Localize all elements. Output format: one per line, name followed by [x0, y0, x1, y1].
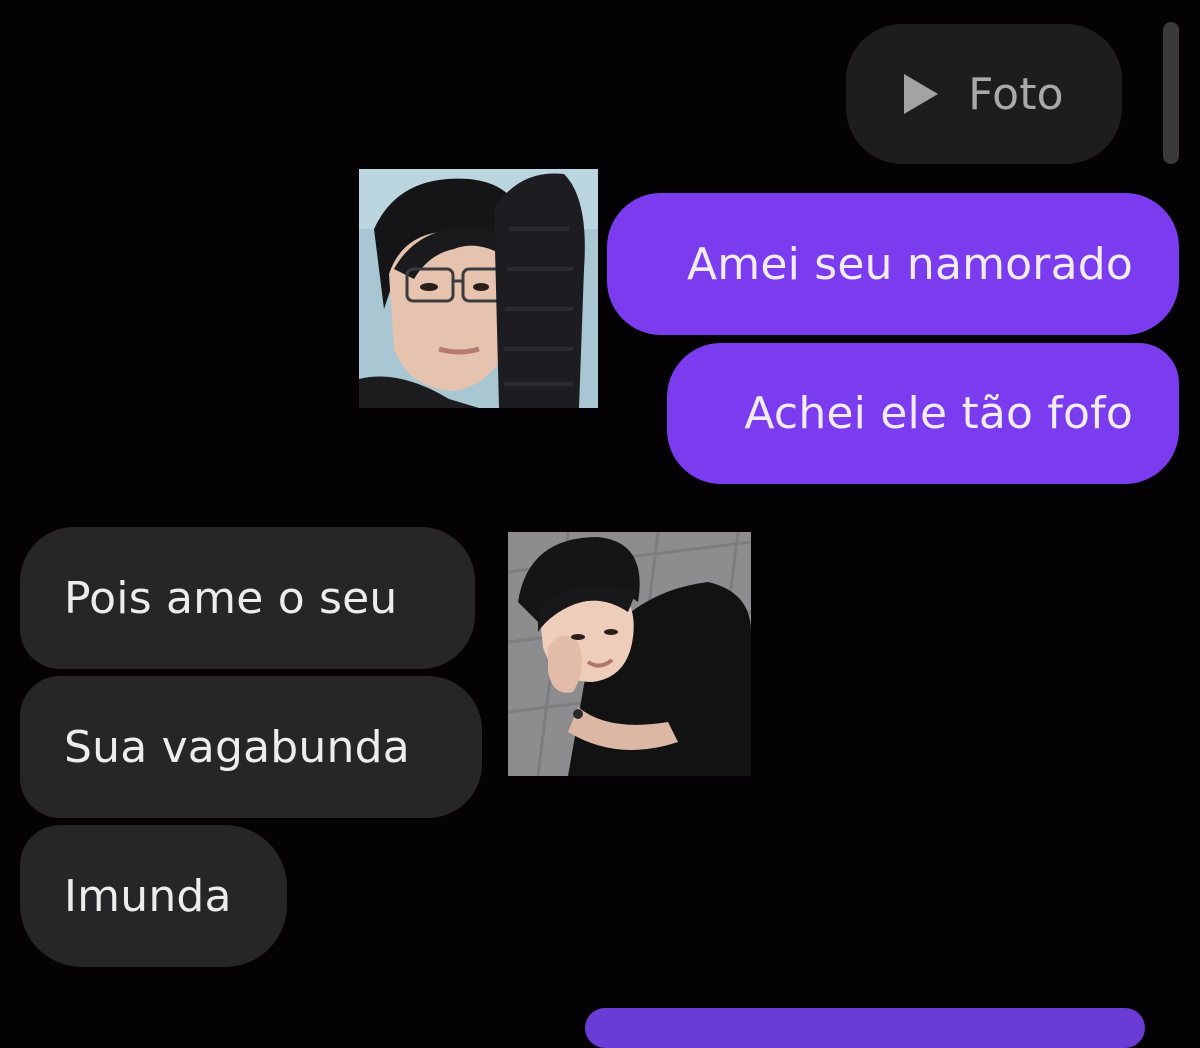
- received-message-text: Imunda: [64, 870, 232, 922]
- received-message-text: Pois ame o seu: [64, 572, 398, 624]
- photo-message-bubble[interactable]: Foto: [846, 24, 1122, 164]
- sent-message-text: Achei ele tão fofo: [744, 388, 1133, 439]
- photo-message-label: Foto: [968, 68, 1064, 120]
- sent-message-text: Amei seu namorado: [686, 238, 1133, 290]
- shared-photo-glasses[interactable]: [359, 169, 598, 408]
- scrollbar[interactable]: [1163, 22, 1179, 164]
- chat-thread: Foto Amei seu namorado Achei ele tão fof…: [0, 0, 1200, 1048]
- received-message[interactable]: Sua vagabunda: [20, 676, 482, 818]
- shared-photo-tshirt[interactable]: [508, 532, 751, 776]
- sent-message[interactable]: Achei ele tão fofo: [667, 343, 1179, 484]
- received-message[interactable]: Imunda: [20, 825, 287, 967]
- shared-photo-glasses-image: [359, 169, 598, 408]
- play-icon: [904, 74, 939, 114]
- sent-message[interactable]: Amei seu namorado: [607, 193, 1179, 335]
- sent-message-partial[interactable]: [585, 1008, 1145, 1048]
- received-message-text: Sua vagabunda: [64, 721, 410, 773]
- received-message[interactable]: Pois ame o seu: [20, 527, 475, 669]
- shared-photo-tshirt-image: [508, 532, 751, 776]
